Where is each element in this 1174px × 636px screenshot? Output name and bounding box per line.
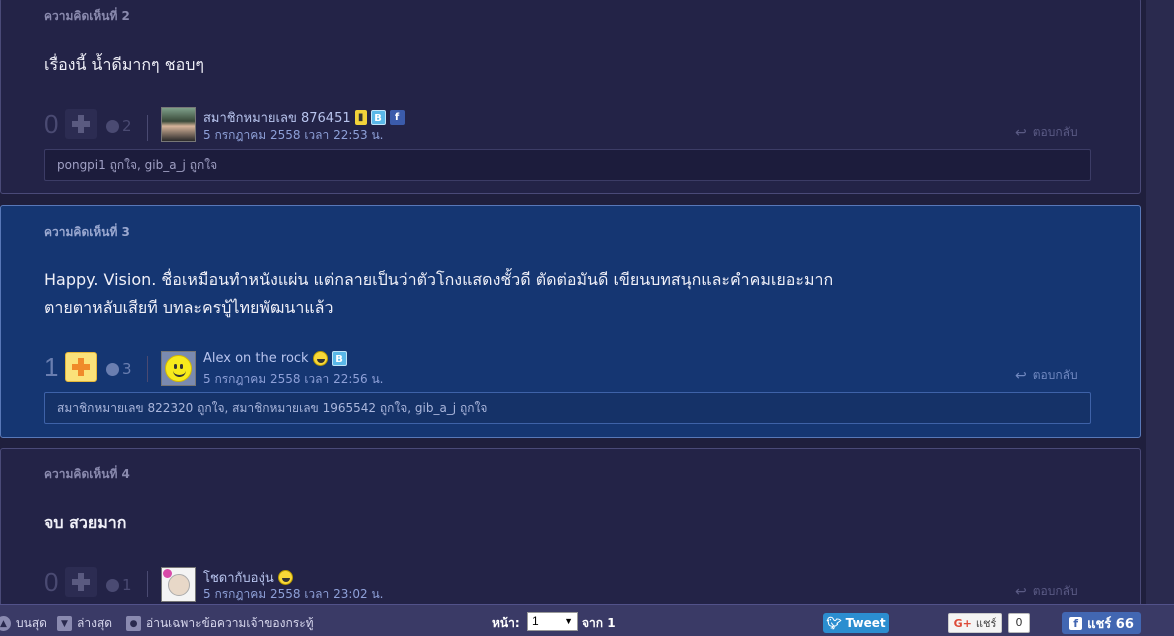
reply-label: ตอบกลับ — [1032, 368, 1078, 382]
emotion-icon — [106, 362, 119, 376]
plus-icon-bar — [78, 358, 84, 376]
emotion-count[interactable]: 3 — [106, 360, 132, 378]
arrow-up-icon: ▲ — [0, 616, 11, 631]
smiley-avatar-icon — [165, 355, 192, 382]
comment-body: Happy. Vision. ชื่อเหมือนทำหนังแผ่น แต่ก… — [44, 266, 833, 322]
likes-list: สมาชิกหมายเลข 822320 ถูกใจ, สมาชิกหมายเล… — [44, 392, 1091, 424]
person-icon: ● — [126, 616, 141, 631]
arrow-down-icon: ▼ — [57, 616, 72, 631]
comment-body-line: Happy. Vision. ชื่อเหมือนทำหนังแผ่น แต่ก… — [44, 270, 834, 289]
owner-only-button[interactable]: ● อ่านเฉพาะข้อความเจ้าของกระทู้ — [126, 614, 314, 633]
smiley-mouth — [173, 370, 186, 377]
comment-body-line: ตายตาหลับเสียที บทละครบู้ไทยพัฒนาแล้ว — [44, 298, 334, 317]
divider — [147, 356, 148, 382]
user-name-text[interactable]: Alex on the rock — [203, 351, 309, 366]
scroll-bottom-label: ล่างสุด — [77, 616, 113, 630]
comment-body: เรื่องนี้ น้ำดีมากๆ ชอบๆ — [44, 51, 204, 79]
plus-icon-bar — [78, 573, 84, 591]
comment-body-line: เรื่องนี้ น้ำดีมากๆ ชอบๆ — [44, 55, 204, 74]
page-label: หน้า: — [492, 616, 520, 630]
emotion-count[interactable]: 1 — [106, 576, 132, 594]
emotion-count-value: 1 — [122, 576, 132, 594]
comment-number: ความคิดเห็นที่ 3 — [44, 225, 130, 239]
twitter-bird-icon: 🐦︎ — [826, 616, 842, 630]
plus-icon-bar — [78, 115, 84, 133]
avatar[interactable] — [161, 351, 196, 386]
reply-icon: ↩ — [1015, 367, 1027, 384]
reply-label: ตอบกลับ — [1032, 584, 1078, 598]
reply-button[interactable]: ↩ ตอบกลับ — [1015, 582, 1078, 601]
page-select-value: 1 — [532, 614, 539, 628]
scroll-top-label: บนสุด — [16, 616, 47, 630]
divider — [147, 115, 148, 141]
comment-body: จบ สวยมาก — [44, 509, 126, 537]
blog-badge-icon[interactable]: B — [370, 110, 386, 125]
page-select[interactable]: 1 ▼ — [527, 612, 578, 631]
google-plus-icon: G+ — [953, 616, 972, 630]
reply-icon: ↩ — [1015, 124, 1027, 141]
reply-button[interactable]: ↩ ตอบกลับ — [1015, 366, 1078, 385]
comment-number: ความคิดเห็นที่ 2 — [44, 9, 130, 23]
owner-only-label: อ่านเฉพาะข้อความเจ้าของกระทู้ — [146, 616, 314, 630]
vote-plus-button[interactable] — [65, 352, 97, 382]
comment-card-2: ความคิดเห็นที่ 2 เรื่องนี้ น้ำดีมากๆ ชอบ… — [0, 0, 1141, 194]
emotion-icon — [106, 119, 119, 133]
comment-date: 5 กรกฎาคม 2558 เวลา 22:56 น. — [203, 372, 384, 386]
google-plus-share-button[interactable]: G+ แชร์ — [948, 613, 1002, 633]
user-name-text[interactable]: สมาชิกหมายเลข 876451 — [203, 107, 351, 128]
page-total: จาก 1 — [582, 616, 616, 630]
avatar[interactable] — [161, 567, 196, 602]
facebook-share-label: แชร์ 66 — [1087, 616, 1134, 632]
scroll-bottom-button[interactable]: ▼ ล่างสุด — [57, 614, 112, 633]
avatar[interactable] — [161, 107, 196, 142]
comment-body-line: จบ สวยมาก — [44, 513, 127, 532]
emotion-icon — [106, 578, 119, 592]
comment-card-3: ความคิดเห็นที่ 3 Happy. Vision. ชื่อเหมื… — [0, 205, 1141, 438]
comments-feed: ความคิดเห็นที่ 2 เรื่องนี้ น้ำดีมากๆ ชอบ… — [0, 0, 1146, 604]
vote-count: 0 — [44, 567, 59, 597]
chevron-down-icon: ▼ — [564, 616, 573, 626]
flower-icon — [163, 569, 172, 578]
laughing-badge-icon — [277, 570, 293, 585]
mobile-badge-icon: ▮ — [354, 110, 367, 125]
user-name[interactable]: สมาชิกหมายเลข 876451 ▮ B f — [203, 107, 405, 128]
comment-date: 5 กรกฎาคม 2558 เวลา 22:53 น. — [203, 128, 384, 142]
reply-label: ตอบกลับ — [1032, 125, 1078, 139]
user-name[interactable]: Alex on the rock B — [203, 351, 347, 366]
vote-plus-button[interactable] — [65, 567, 97, 597]
facebook-share-button[interactable]: f แชร์ 66 — [1062, 612, 1141, 634]
laughing-badge-icon — [312, 351, 328, 366]
vote-count: 1 — [44, 352, 59, 382]
emotion-count-value: 3 — [122, 360, 132, 378]
comment-date: 5 กรกฎาคม 2558 เวลา 23:02 น. — [203, 587, 384, 601]
reply-button[interactable]: ↩ ตอบกลับ — [1015, 123, 1078, 142]
vote-plus-button[interactable] — [65, 109, 97, 139]
google-plus-count: 0 — [1008, 613, 1030, 633]
google-plus-label: แชร์ — [975, 617, 997, 630]
tweet-label: Tweet — [845, 616, 886, 630]
scroll-top-button[interactable]: ▲ บนสุด — [0, 614, 47, 633]
comment-number: ความคิดเห็นที่ 4 — [44, 467, 130, 481]
tweet-button[interactable]: 🐦︎ Tweet — [823, 613, 889, 633]
facebook-icon: f — [1069, 616, 1083, 630]
emotion-count[interactable]: 2 — [106, 117, 132, 135]
bottom-toolbar: ▲ บนสุด ▼ ล่างสุด ● อ่านเฉพาะข้อความเจ้า… — [0, 604, 1174, 636]
divider — [147, 571, 148, 597]
comment-card-4: ความคิดเห็นที่ 4 จบ สวยมาก 0 1 โชดากับอง… — [0, 448, 1141, 604]
likes-list: pongpi1 ถูกใจ, gib_a_j ถูกใจ — [44, 149, 1091, 181]
blog-badge-icon[interactable]: B — [331, 351, 347, 366]
facebook-badge-icon[interactable]: f — [389, 110, 405, 125]
character-avatar-icon — [167, 573, 190, 596]
right-gutter — [1146, 0, 1174, 604]
reply-icon: ↩ — [1015, 583, 1027, 600]
emotion-count-value: 2 — [122, 117, 132, 135]
vote-count: 0 — [44, 109, 59, 139]
